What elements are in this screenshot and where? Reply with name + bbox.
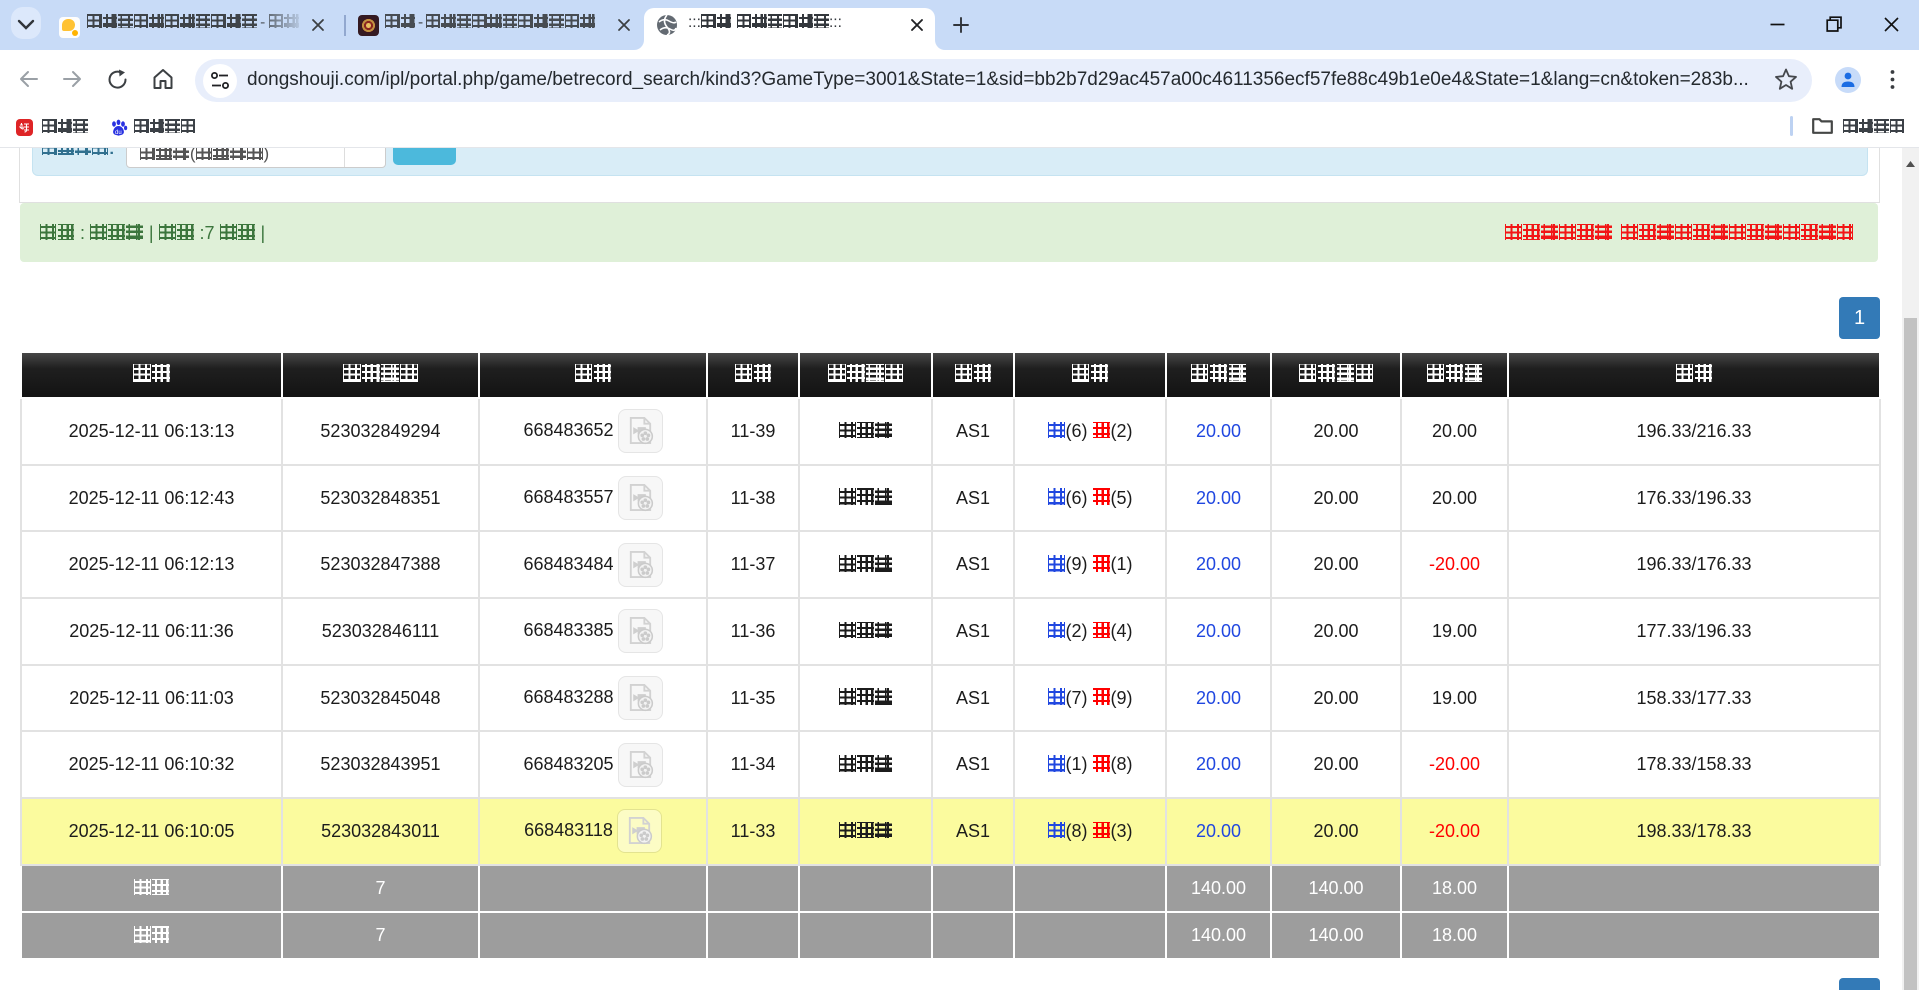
svg-text:du: du xyxy=(115,130,122,136)
